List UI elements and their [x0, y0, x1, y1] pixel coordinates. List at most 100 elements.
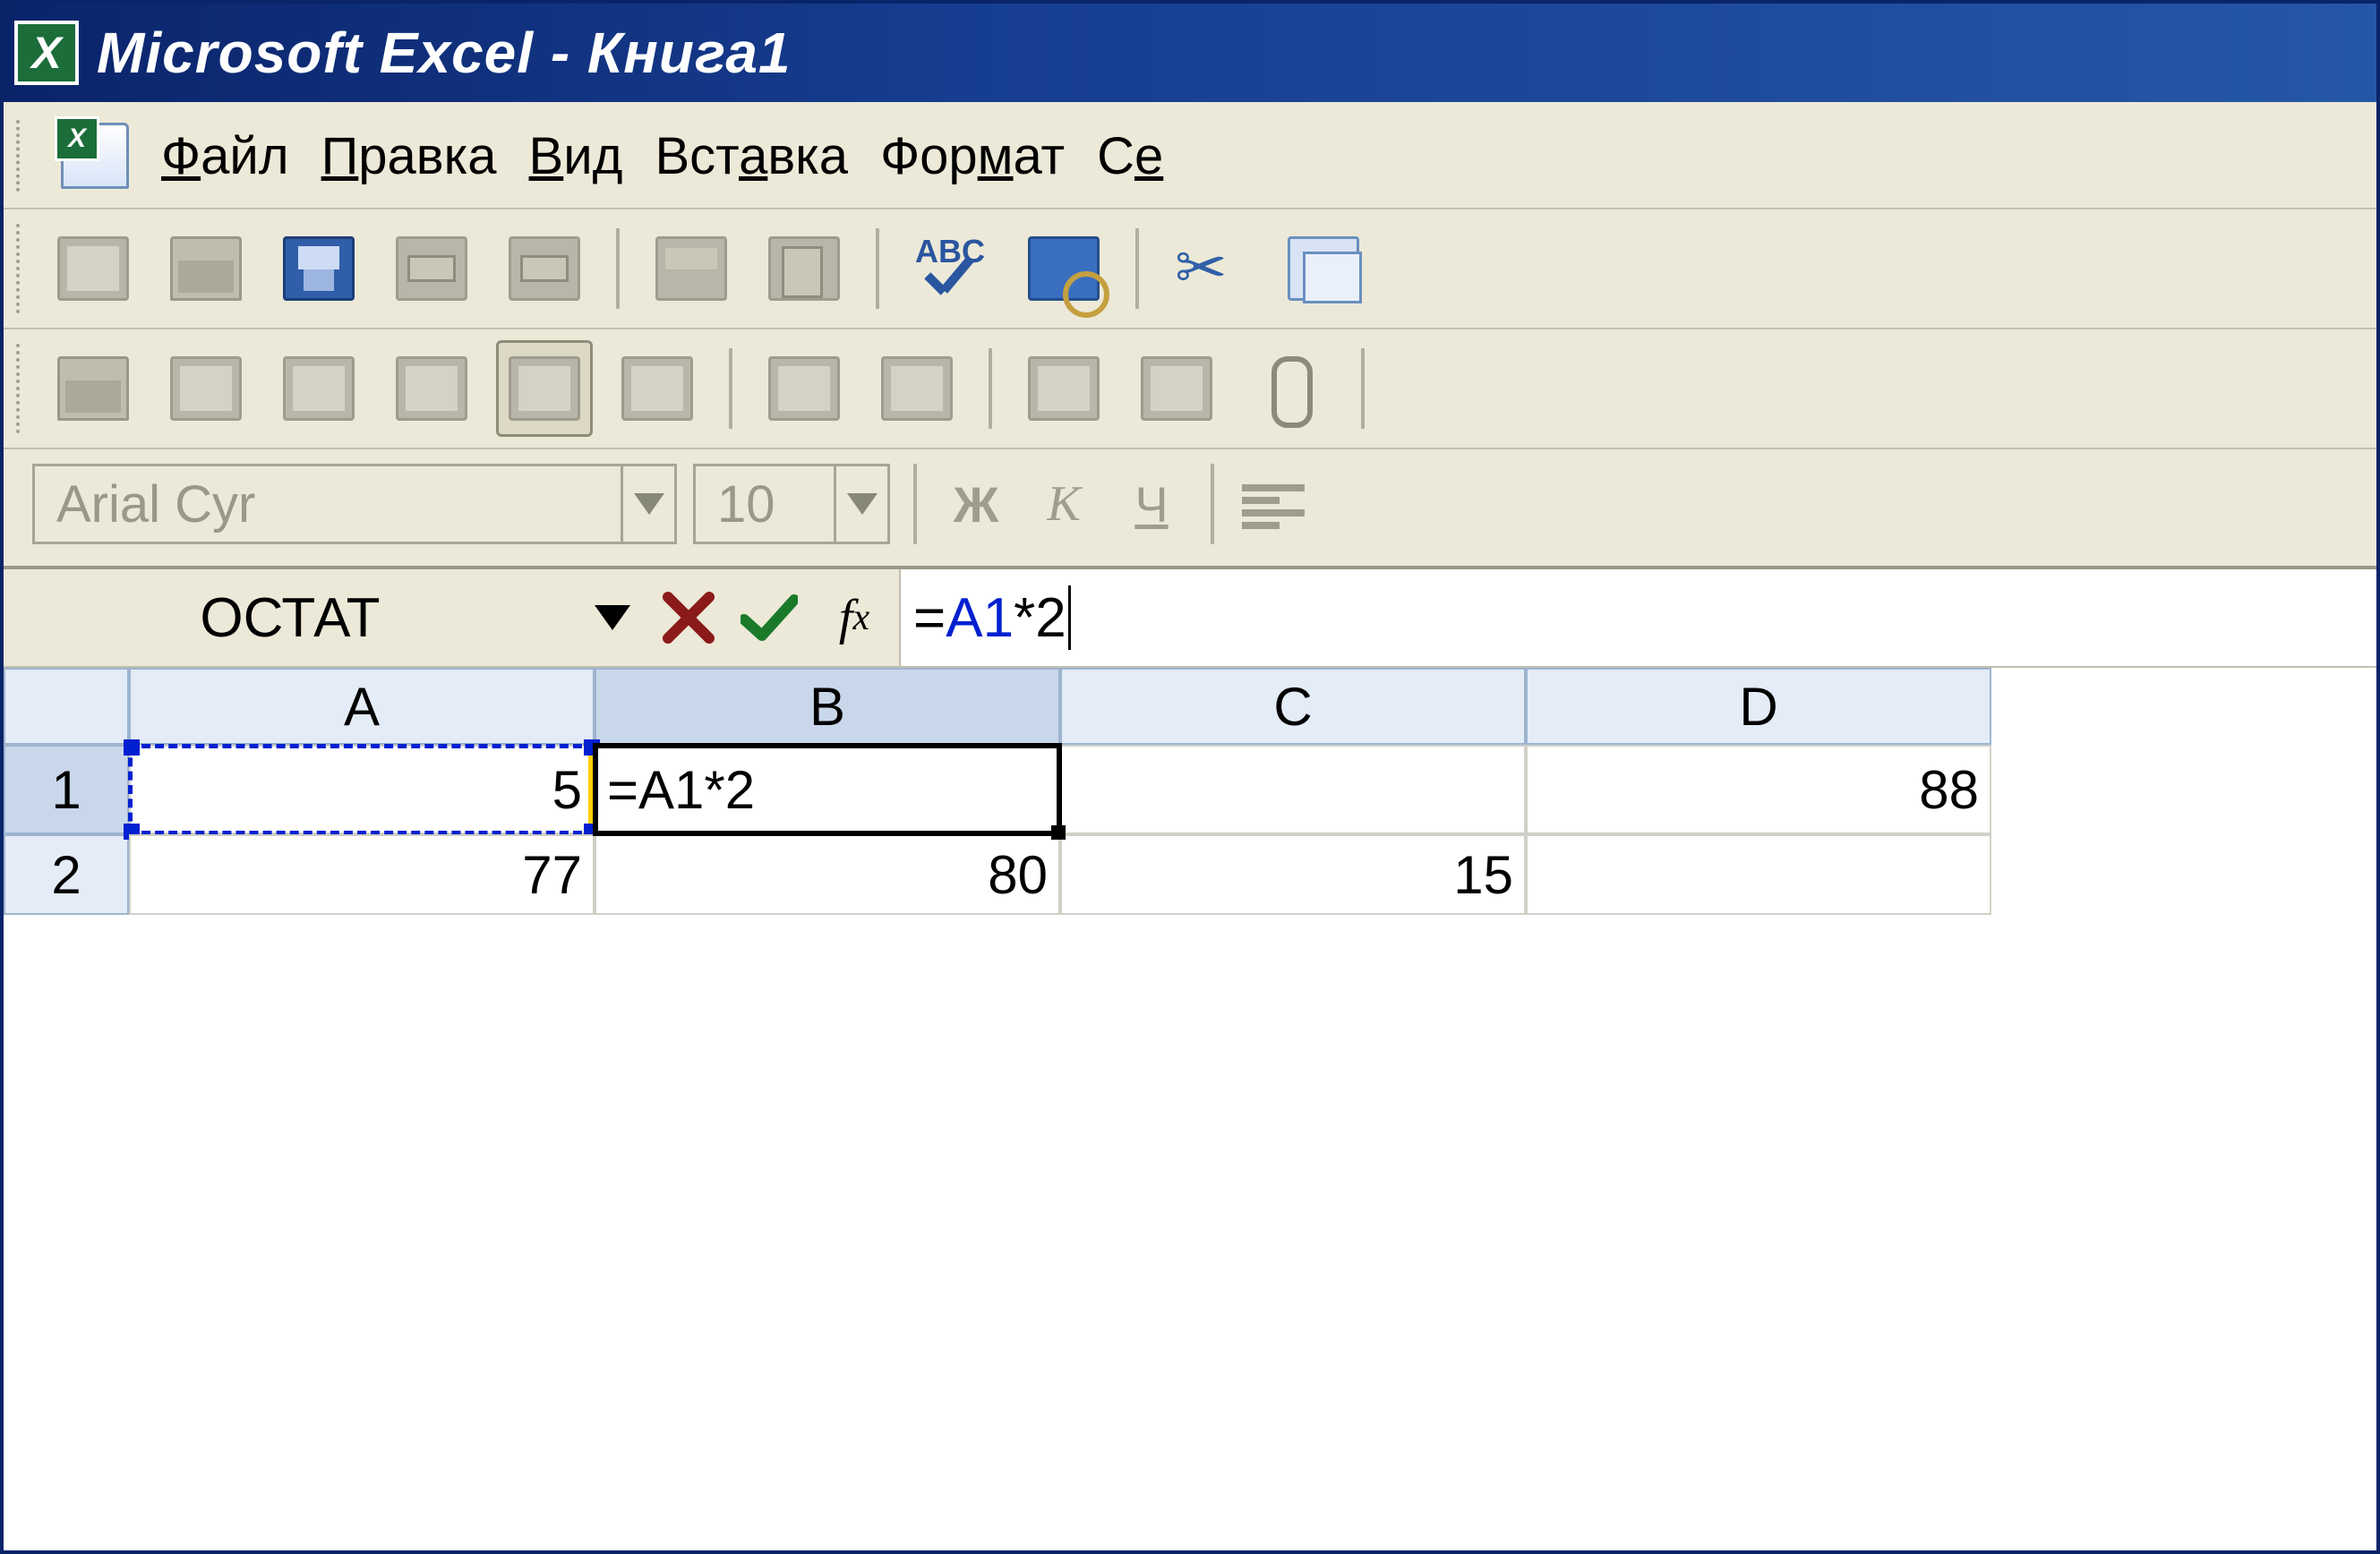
toolbar-grip[interactable] [16, 344, 29, 433]
new-icon [57, 236, 129, 301]
tb2-btn-1[interactable] [45, 340, 141, 437]
cell-C2[interactable]: 15 [1060, 834, 1526, 915]
col-header-A[interactable]: A [129, 668, 595, 745]
row-2: 2 77 80 15 [4, 834, 2376, 915]
tb2-btn-11[interactable] [1241, 340, 1338, 437]
row-header-1[interactable]: 1 [4, 745, 129, 834]
tb2-btn-8[interactable] [869, 340, 965, 437]
workbook-icon[interactable] [61, 123, 129, 189]
chevron-down-icon [621, 466, 674, 542]
italic-button[interactable]: К [1028, 468, 1100, 540]
cell-D2[interactable] [1526, 834, 1991, 915]
formula-enter-button[interactable] [729, 569, 809, 666]
arrow-left-icon [170, 356, 242, 421]
font-size-combo[interactable]: 10 [693, 464, 890, 544]
cell-A1[interactable]: 5 [129, 745, 595, 834]
cell-value: =A1*2 [607, 759, 755, 821]
title-bar: Microsoft Excel - Книга1 [4, 4, 2376, 102]
toolbar-separator [1361, 348, 1365, 429]
select-icon [768, 356, 840, 421]
toolbar-separator [616, 228, 620, 309]
print-button[interactable] [643, 220, 740, 317]
select-all-corner[interactable] [4, 668, 129, 745]
delete-icon [621, 356, 693, 421]
font-size-value: 10 [696, 474, 797, 534]
cut-button[interactable] [1162, 220, 1259, 317]
menu-service[interactable]: Се [1097, 126, 1163, 186]
col-header-B[interactable]: B [595, 668, 1060, 745]
tb2-btn-2[interactable] [158, 340, 254, 437]
paperclip-icon [1254, 356, 1325, 421]
save-icon [283, 236, 355, 301]
toolbar-separator [913, 464, 917, 544]
cell-value: 5 [552, 759, 582, 821]
cell-A2[interactable]: 77 [129, 834, 595, 915]
font-name-combo[interactable]: Arial Cyr [32, 464, 677, 544]
tb2-btn-10[interactable] [1128, 340, 1225, 437]
print-preview-icon [768, 236, 840, 301]
save2-icon [1141, 356, 1212, 421]
tb2-btn-5[interactable] [496, 340, 593, 437]
cell-B2[interactable]: 80 [595, 834, 1060, 915]
formula-text-eq: = [913, 586, 946, 650]
formatting-toolbar: Arial Cyr 10 Ж К Ч [4, 449, 2376, 569]
tb2-btn-6[interactable] [609, 340, 706, 437]
print-preview-button[interactable] [756, 220, 852, 317]
menu-file[interactable]: Файл [161, 126, 289, 186]
tb2-btn-7[interactable] [756, 340, 852, 437]
insert-function-button[interactable]: fx [809, 569, 899, 666]
toolbar-separator [1211, 464, 1214, 544]
spellcheck-button[interactable]: ABC [903, 220, 999, 317]
cell-value: 88 [1919, 759, 1979, 821]
spreadsheet-grid: A B C D 1 5 =A1*2 88 [4, 668, 2376, 1550]
tb2-btn-4[interactable] [383, 340, 480, 437]
toolbar-grip[interactable] [16, 224, 29, 313]
font-name-value: Arial Cyr [35, 474, 277, 534]
print-icon [655, 236, 727, 301]
save-button[interactable] [270, 220, 367, 317]
copy-button[interactable] [1275, 220, 1372, 317]
cell-C1[interactable] [1060, 745, 1526, 834]
formula-cancel-button[interactable] [648, 569, 729, 666]
row-1: 1 5 =A1*2 88 [4, 745, 2376, 834]
col-header-C[interactable]: C [1060, 668, 1526, 745]
open-button[interactable] [158, 220, 254, 317]
chevron-down-icon [834, 466, 887, 542]
align-left-button[interactable] [1237, 468, 1309, 540]
range-handle-icon[interactable] [124, 739, 140, 756]
toolbar-separator [1135, 228, 1139, 309]
underline-button[interactable]: Ч [1116, 468, 1187, 540]
arrow-right-icon [283, 356, 355, 421]
cell-value: 77 [522, 844, 582, 906]
mail-icon [509, 236, 580, 301]
mail-button[interactable] [496, 220, 593, 317]
secondary-toolbar [4, 329, 2376, 449]
name-box[interactable]: ОСТАТ [4, 569, 577, 666]
menu-bar: Файл Правка Вид Вставка Формат Се [4, 102, 2376, 209]
cascade-icon [509, 356, 580, 421]
formula-input[interactable]: =A1*2 [899, 569, 2376, 666]
permissions-button[interactable] [383, 220, 480, 317]
name-box-dropdown[interactable] [577, 569, 648, 666]
research-button[interactable] [1015, 220, 1112, 317]
menu-insert[interactable]: Вставка [655, 126, 848, 186]
enter-check-icon [741, 594, 798, 641]
menu-edit[interactable]: Правка [321, 126, 497, 186]
spellcheck-icon: ABC [915, 236, 987, 301]
new-button[interactable] [45, 220, 141, 317]
cell-D1[interactable]: 88 [1526, 745, 1991, 834]
tb2-btn-3[interactable] [270, 340, 367, 437]
menu-format[interactable]: Формат [880, 126, 1065, 186]
open2-icon [1028, 356, 1100, 421]
standard-toolbar: ABC [4, 209, 2376, 329]
col-header-D[interactable]: D [1526, 668, 1991, 745]
bold-button[interactable]: Ж [940, 468, 1012, 540]
toolbar-separator [876, 228, 879, 309]
row-header-2[interactable]: 2 [4, 834, 129, 915]
tb2-btn-9[interactable] [1015, 340, 1112, 437]
formula-text-rest: *2 [1014, 586, 1066, 650]
menu-view[interactable]: Вид [529, 126, 623, 186]
cell-B1[interactable]: =A1*2 [595, 745, 1060, 834]
menubar-grip[interactable] [16, 120, 29, 192]
cut-icon [1175, 236, 1246, 301]
